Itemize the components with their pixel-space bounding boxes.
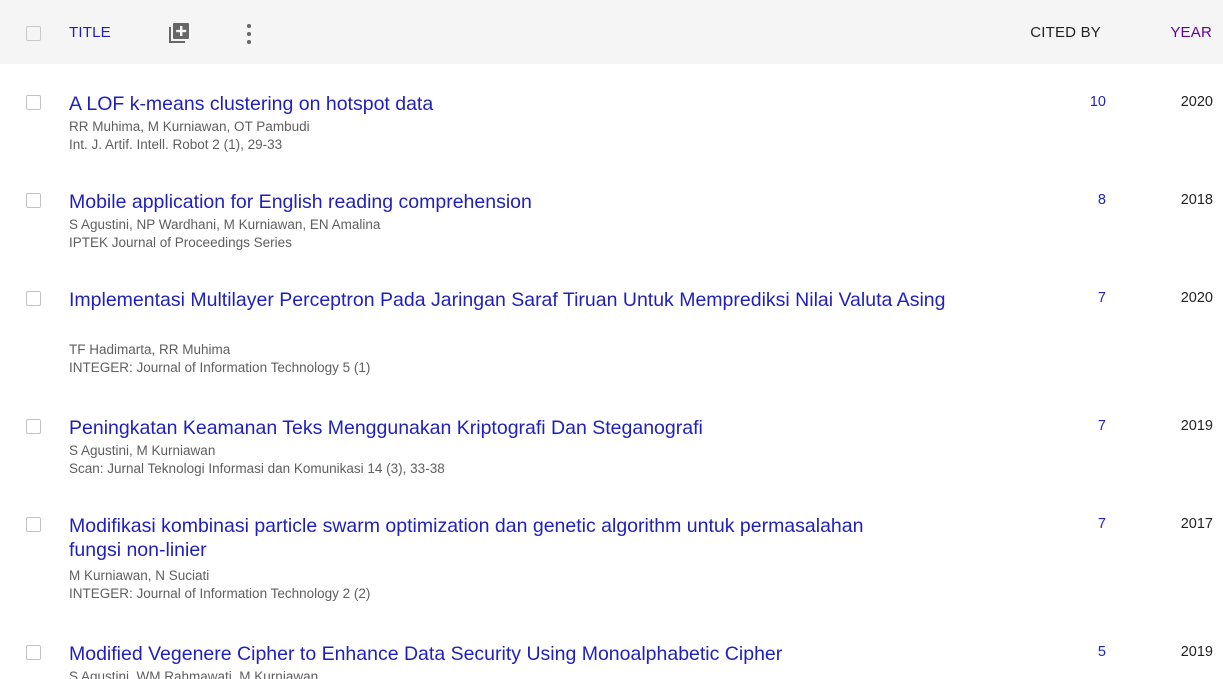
table-row: A LOF k-means clustering on hotspot data…: [0, 92, 1223, 162]
article-title-link[interactable]: Peningkatan Keamanan Teks Menggunakan Kr…: [69, 416, 999, 440]
vertical-dots-icon[interactable]: [244, 22, 254, 46]
table-row: Modifikasi kombinasi particle swarm opti…: [0, 514, 1223, 612]
article-title-link[interactable]: A LOF k-means clustering on hotspot data: [69, 92, 999, 116]
article-authors: TF Hadimarta, RR Muhima: [69, 342, 231, 357]
article-year: 2020: [1180, 290, 1213, 306]
row-checkbox[interactable]: [26, 193, 41, 208]
cited-by-count-link[interactable]: 7: [1098, 516, 1106, 532]
row-checkbox[interactable]: [26, 517, 41, 532]
row-checkbox[interactable]: [26, 291, 41, 306]
article-venue: Int. J. Artif. Intell. Robot 2 (1), 29-3…: [69, 137, 283, 152]
article-venue: IPTEK Journal of Proceedings Series: [69, 235, 292, 250]
article-authors: S Agustini, NP Wardhani, M Kurniawan, EN…: [69, 217, 381, 232]
table-row: Implementasi Multilayer Perceptron Pada …: [0, 288, 1223, 386]
article-year: 2019: [1180, 644, 1213, 660]
article-year: 2019: [1180, 418, 1213, 434]
cited-by-count-link[interactable]: 7: [1098, 418, 1106, 434]
select-all-checkbox[interactable]: [26, 26, 41, 41]
table-row: Peningkatan Keamanan Teks Menggunakan Kr…: [0, 416, 1223, 486]
article-venue: INTEGER: Journal of Information Technolo…: [69, 586, 371, 601]
table-row: Modified Vegenere Cipher to Enhance Data…: [0, 642, 1223, 679]
sort-by-title-link[interactable]: TITLE: [69, 24, 111, 41]
article-authors: RR Muhima, M Kurniawan, OT Pambudi: [69, 119, 310, 134]
cited-by-count-link[interactable]: 8: [1098, 192, 1106, 208]
article-year: 2018: [1180, 192, 1213, 208]
row-checkbox[interactable]: [26, 419, 41, 434]
article-title-link[interactable]: Implementasi Multilayer Perceptron Pada …: [69, 288, 999, 312]
row-checkbox[interactable]: [26, 95, 41, 110]
article-authors: S Agustini, M Kurniawan: [69, 443, 216, 458]
cited-by-count-link[interactable]: 10: [1090, 94, 1106, 110]
cited-by-count-link[interactable]: 7: [1098, 290, 1106, 306]
article-title-link[interactable]: Modifikasi kombinasi particle swarm opti…: [69, 514, 869, 562]
article-authors: S Agustini, WM Rahmawati, M Kurniawan: [69, 669, 319, 679]
publications-table: TITLE CITED BY YEAR A LOF k-means cluste…: [0, 0, 1223, 679]
cited-by-header[interactable]: CITED BY: [1030, 24, 1101, 41]
table-row: Mobile application for English reading c…: [0, 190, 1223, 260]
article-title-link[interactable]: Modified Vegenere Cipher to Enhance Data…: [69, 642, 999, 666]
article-authors: M Kurniawan, N Suciati: [69, 568, 210, 583]
article-venue: Scan: Jurnal Teknologi Informasi dan Kom…: [69, 461, 445, 476]
add-box-icon[interactable]: [168, 22, 190, 44]
sort-by-year-link[interactable]: YEAR: [1170, 24, 1212, 41]
cited-by-count-link[interactable]: 5: [1098, 644, 1106, 660]
article-year: 2020: [1180, 94, 1213, 110]
article-year: 2017: [1180, 516, 1213, 532]
article-venue: INTEGER: Journal of Information Technolo…: [69, 360, 371, 375]
row-checkbox[interactable]: [26, 645, 41, 660]
article-title-link[interactable]: Mobile application for English reading c…: [69, 190, 999, 214]
table-header: TITLE CITED BY YEAR: [0, 0, 1223, 64]
